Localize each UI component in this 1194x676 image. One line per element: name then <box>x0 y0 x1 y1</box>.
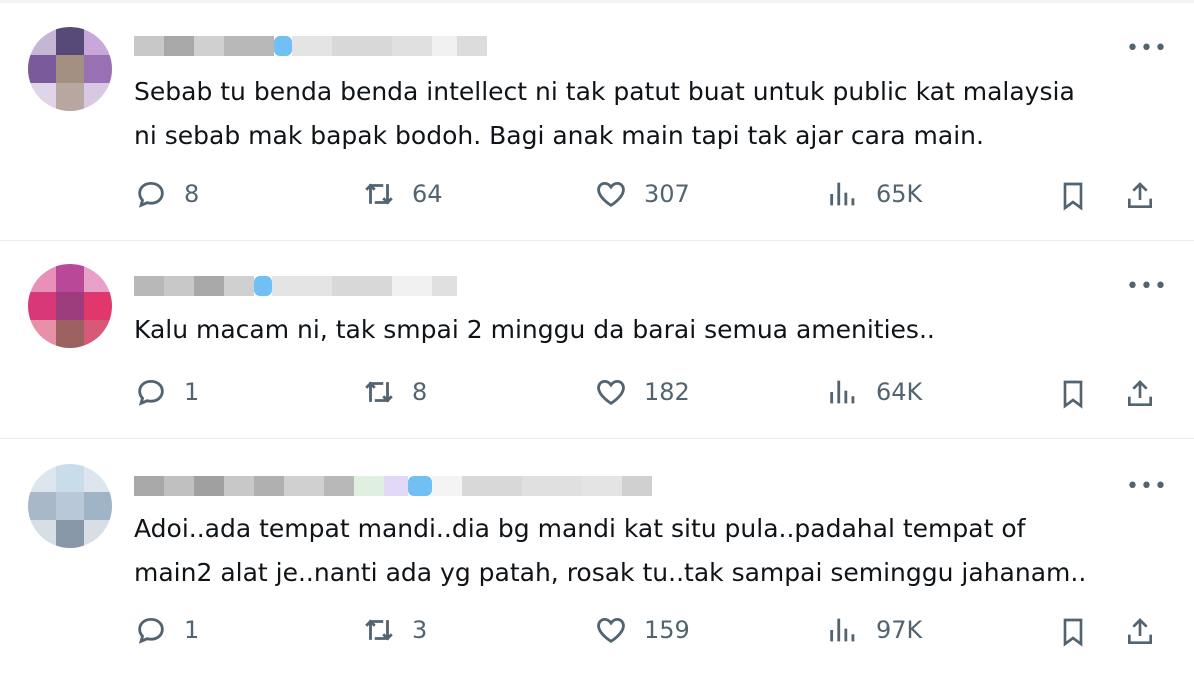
more-icon[interactable]: ••• <box>1126 476 1167 500</box>
bookmark-button[interactable] <box>1057 180 1089 216</box>
tweet-text: Sebab tu benda benda intellect ni tak pa… <box>134 77 1075 150</box>
reply-count: 1 <box>184 616 200 644</box>
views-icon <box>830 182 855 206</box>
share-button[interactable] <box>1124 616 1156 652</box>
bookmark-icon <box>1063 380 1083 409</box>
share-button[interactable] <box>1124 180 1156 216</box>
views-icon <box>830 618 855 642</box>
blurred-username <box>134 36 487 56</box>
share-icon <box>1128 380 1152 406</box>
like-button[interactable]: 182 <box>594 375 690 409</box>
like-count: 307 <box>644 180 690 208</box>
tweet-divider <box>0 240 1194 241</box>
views-button[interactable]: 65K <box>826 177 922 211</box>
retweet-icon <box>365 619 393 641</box>
tweet-text: Kalu macam ni, tak smpai 2 minggu da bar… <box>134 315 935 344</box>
avatar[interactable] <box>28 264 112 348</box>
like-count: 182 <box>644 378 690 406</box>
retweet-count: 8 <box>412 378 428 406</box>
like-button[interactable]: 307 <box>594 177 690 211</box>
reply-icon <box>138 379 164 406</box>
avatar[interactable] <box>28 27 112 111</box>
blurred-username <box>134 476 652 496</box>
heart-icon <box>597 617 625 643</box>
more-icon[interactable]: ••• <box>1126 276 1167 300</box>
blurred-username <box>134 276 457 296</box>
reply-icon <box>138 617 164 644</box>
bookmark-icon <box>1063 182 1083 211</box>
reply-icon <box>138 181 164 208</box>
share-icon <box>1128 618 1152 644</box>
top-divider <box>0 0 1194 3</box>
tweet-actions: 8 64 307 65K <box>0 177 1194 217</box>
like-count: 159 <box>644 616 690 644</box>
tweet-divider <box>0 438 1194 439</box>
bookmark-icon <box>1063 618 1083 647</box>
retweet-button[interactable]: 8 <box>362 375 427 409</box>
tweet-text: Adoi..ada tempat mandi..dia bg mandi kat… <box>134 514 1087 587</box>
reply-count: 1 <box>184 378 200 406</box>
heart-icon <box>597 181 625 207</box>
like-button[interactable]: 159 <box>594 613 690 647</box>
views-count: 97K <box>876 616 923 644</box>
reply-button[interactable]: 1 <box>134 613 199 647</box>
views-button[interactable]: 64K <box>826 375 922 409</box>
reply-count: 8 <box>184 180 200 208</box>
tweet-actions: 1 3 159 97K <box>0 613 1194 653</box>
share-icon <box>1128 182 1152 208</box>
views-icon <box>830 380 855 404</box>
retweet-icon <box>365 381 393 403</box>
retweet-icon <box>365 183 393 205</box>
avatar[interactable] <box>28 464 112 548</box>
views-count: 64K <box>876 378 923 406</box>
retweet-count: 64 <box>412 180 443 208</box>
bookmark-button[interactable] <box>1057 378 1089 414</box>
heart-icon <box>597 379 625 405</box>
share-button[interactable] <box>1124 378 1156 414</box>
views-button[interactable]: 97K <box>826 613 922 647</box>
bookmark-button[interactable] <box>1057 616 1089 652</box>
retweet-count: 3 <box>412 616 428 644</box>
reply-button[interactable]: 8 <box>134 177 199 211</box>
retweet-button[interactable]: 64 <box>362 177 443 211</box>
tweet-actions: 1 8 182 64K <box>0 375 1194 415</box>
views-count: 65K <box>876 180 923 208</box>
retweet-button[interactable]: 3 <box>362 613 427 647</box>
more-icon[interactable]: ••• <box>1126 38 1167 62</box>
reply-button[interactable]: 1 <box>134 375 199 409</box>
